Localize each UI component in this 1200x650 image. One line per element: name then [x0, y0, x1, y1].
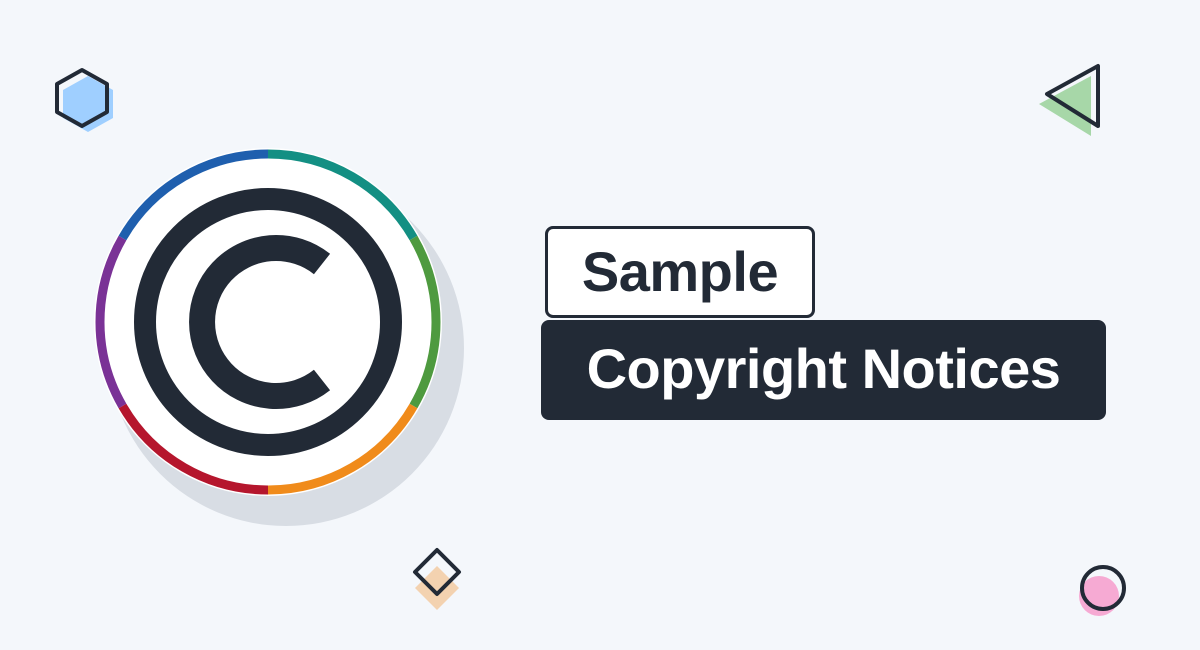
title-line-1: Sample	[545, 226, 815, 318]
circle-icon	[1068, 556, 1138, 626]
title-block: Sample Copyright Notices	[541, 226, 1121, 426]
hexagon-icon	[42, 58, 124, 140]
copyright-icon	[94, 148, 464, 526]
title-line-2: Copyright Notices	[541, 320, 1106, 420]
triangle-icon	[1022, 56, 1114, 144]
diamond-icon	[398, 542, 476, 622]
copyright-badge	[92, 148, 472, 528]
banner-canvas: Sample Copyright Notices	[0, 0, 1200, 650]
